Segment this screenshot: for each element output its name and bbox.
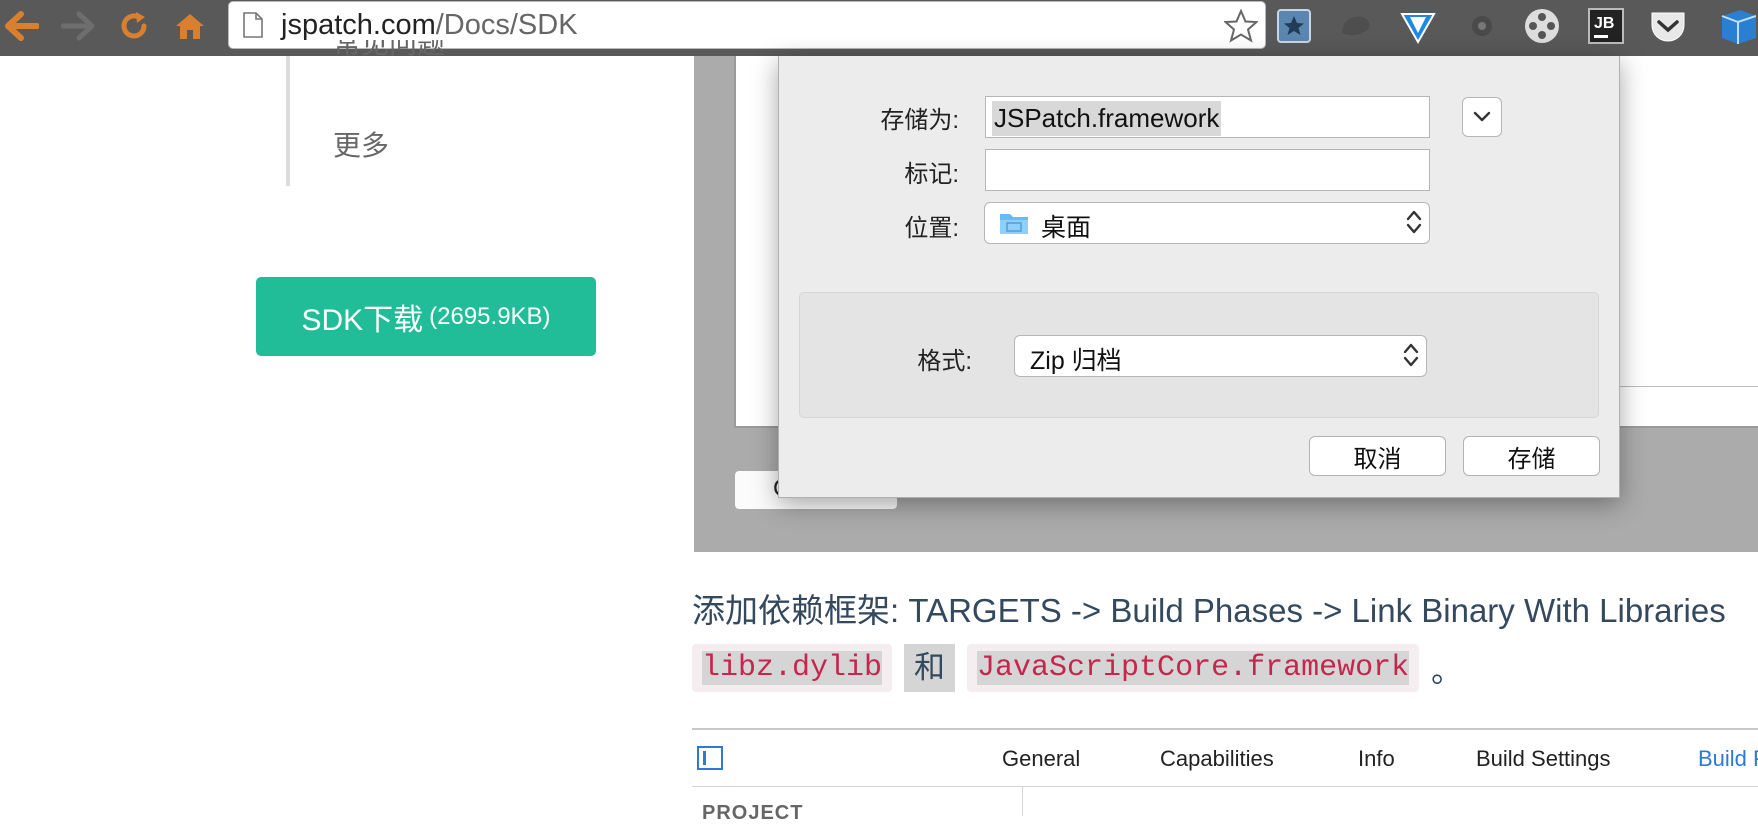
back-arrow-icon[interactable]: [2, 6, 42, 46]
up-down-arrows-icon: [1403, 343, 1419, 367]
page-icon: [243, 12, 263, 38]
save-as-label: 存储为:: [880, 107, 959, 134]
tab-build-phases[interactable]: Build Phases: [1698, 746, 1758, 772]
url-path: /Docs/SDK: [435, 9, 578, 41]
where-value: 桌面: [1041, 214, 1092, 242]
url-text: jspatch.com/Docs/SDK: [281, 9, 578, 42]
reload-icon[interactable]: [114, 6, 154, 46]
gear-extension-icon[interactable]: [1460, 4, 1504, 48]
save-as-value: JSPatch.framework: [992, 101, 1222, 136]
format-label: 格式:: [917, 348, 972, 375]
expand-dialog-button[interactable]: [1462, 97, 1502, 137]
format-panel: 格式: Zip 归档: [799, 292, 1599, 418]
dim-extension-icon[interactable]: [1334, 4, 1378, 48]
sidebar-item-label: 常见问题: [333, 40, 446, 59]
tab-capabilities[interactable]: Capabilities: [1160, 746, 1274, 772]
sdk-download-label: SDK下载: [301, 303, 424, 337]
add-dependencies-paragraph: 添加依赖框架: TARGETS -> Build Phases -> Link …: [692, 584, 1726, 632]
code-libz-text: libz.dylib: [702, 651, 883, 685]
where-popup[interactable]: 桌面: [984, 202, 1430, 244]
format-value: Zip 归档: [1030, 347, 1122, 375]
sdk-download-button[interactable]: SDK下载 (2695.9KB): [256, 277, 596, 356]
cancel-button[interactable]: 取消: [1309, 436, 1446, 476]
diamond-extension-icon[interactable]: [1396, 4, 1440, 48]
home-icon[interactable]: [170, 6, 210, 46]
bookmarks-extension-icon[interactable]: [1272, 4, 1316, 48]
save-dialog: 存储为: JSPatch.framework 标记: 位置: 桌面 格式: Zi…: [778, 56, 1620, 498]
tags-field[interactable]: [985, 149, 1430, 191]
divider: [1022, 786, 1023, 816]
code-javascriptcore-text: JavaScriptCore.framework: [977, 651, 1410, 685]
jb-extension-icon[interactable]: JB: [1584, 4, 1628, 48]
svg-text:JB: JB: [1594, 15, 1614, 32]
dependencies-line: libz.dylib 和 JavaScriptCore.framework 。: [692, 644, 1462, 692]
sidebar-item-more[interactable]: 更多: [333, 124, 389, 164]
save-dialog-screenshot: Choose 存储为: JSPatch.framework 标记: 位置: 桌面…: [694, 56, 1758, 552]
xcode-editor-screenshot: General Capabilities Info Build Settings…: [692, 728, 1758, 824]
folder-icon: [1000, 214, 1028, 234]
film-reel-icon[interactable]: [1520, 4, 1564, 48]
url-host: jspatch.com: [281, 9, 436, 41]
tab-general[interactable]: General: [1002, 746, 1080, 772]
browser-toolbar: jspatch.com/Docs/SDK JB: [0, 0, 1758, 56]
forward-arrow-icon[interactable]: [58, 6, 98, 46]
where-label: 位置:: [904, 215, 959, 242]
add-deps-prefix: 添加依赖框架:: [692, 592, 909, 629]
bookmark-star-icon[interactable]: [1221, 6, 1261, 46]
add-deps-path: TARGETS -> Build Phases -> Link Binary W…: [908, 592, 1726, 629]
tab-build-settings[interactable]: Build Settings: [1476, 746, 1611, 772]
code-javascriptcore: JavaScriptCore.framework: [967, 644, 1420, 692]
sidebar-item-faq[interactable]: 常见问题: [333, 40, 453, 60]
and-text: 和: [904, 644, 956, 692]
blue-box-extension-icon[interactable]: [1714, 4, 1758, 48]
up-down-arrows-icon: [1406, 210, 1422, 234]
divider: [692, 786, 1758, 787]
sidebar-rule: [286, 56, 290, 186]
period-text: 。: [1431, 653, 1463, 689]
chevron-down-icon: [1473, 111, 1491, 122]
tab-info[interactable]: Info: [1358, 746, 1395, 772]
sdk-download-size: (2695.9KB): [429, 302, 551, 330]
pocket-icon[interactable]: [1646, 4, 1690, 48]
save-button[interactable]: 存储: [1463, 436, 1600, 476]
format-popup[interactable]: Zip 归档: [1014, 335, 1427, 377]
save-as-field[interactable]: JSPatch.framework: [985, 96, 1430, 138]
code-libz: libz.dylib: [692, 644, 893, 692]
sidebar-toggle-icon[interactable]: [697, 746, 723, 770]
tags-label: 标记:: [904, 161, 959, 188]
